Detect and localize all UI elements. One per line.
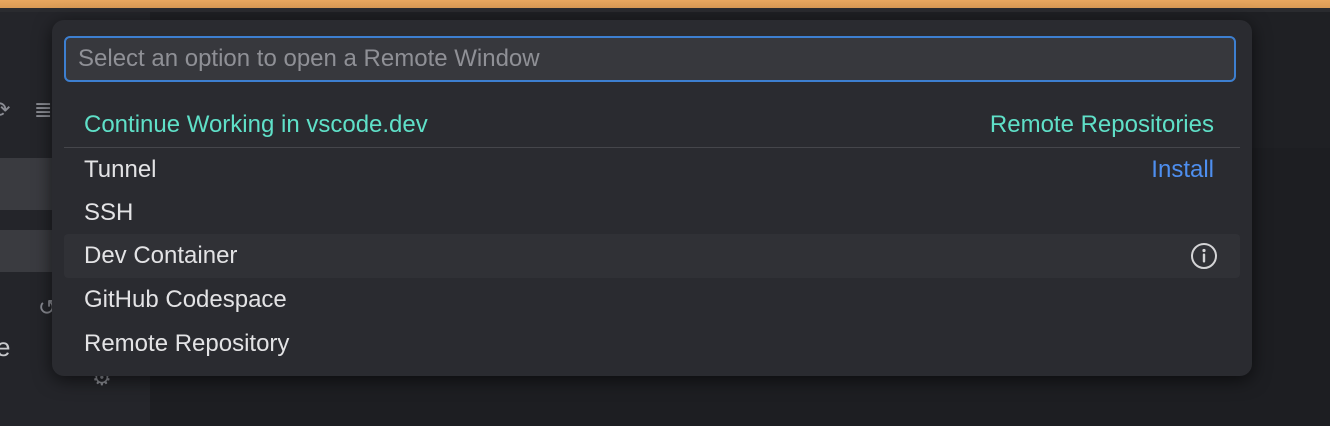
- list-icon: ≣: [34, 98, 53, 123]
- background-label-fragment: e: [0, 332, 11, 362]
- option-label: Continue Working in vscode.dev: [84, 110, 428, 138]
- option-continue-vscode-dev[interactable]: Continue Working in vscode.dev Remote Re…: [64, 102, 1240, 148]
- info-icon[interactable]: [1190, 242, 1218, 270]
- quick-pick-list: Continue Working in vscode.dev Remote Re…: [64, 102, 1240, 366]
- option-ssh[interactable]: SSH: [64, 192, 1240, 234]
- option-tunnel[interactable]: Tunnel Install: [64, 148, 1240, 192]
- refresh-icon: ⟳: [0, 98, 11, 123]
- install-link[interactable]: Install: [1151, 156, 1214, 184]
- title-bar-shadow: [0, 8, 1330, 12]
- remote-window-quick-pick: Continue Working in vscode.dev Remote Re…: [52, 20, 1252, 376]
- option-detail: Remote Repositories: [989, 110, 1214, 138]
- quick-pick-input[interactable]: [64, 36, 1236, 82]
- option-label: Remote Repository: [84, 330, 290, 357]
- option-dev-container[interactable]: Dev Container: [64, 234, 1240, 278]
- background-sidebar-item: [0, 230, 60, 272]
- option-label: GitHub Codespace: [84, 286, 287, 313]
- option-label: Dev Container: [84, 242, 238, 269]
- option-label: SSH: [84, 199, 134, 226]
- background-sidebar-item: [0, 158, 60, 210]
- option-remote-repository[interactable]: Remote Repository: [64, 322, 1240, 366]
- title-bar-accent: [0, 0, 1330, 8]
- option-github-codespace[interactable]: GitHub Codespace: [64, 278, 1240, 322]
- option-label: Tunnel: [84, 156, 157, 183]
